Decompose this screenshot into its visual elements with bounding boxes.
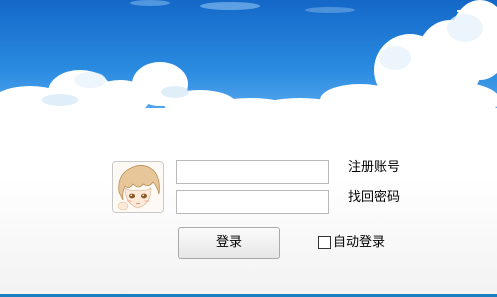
sky-banner [0, 0, 497, 116]
account-input[interactable] [176, 160, 329, 184]
close-button[interactable] [473, 0, 495, 22]
sky-clouds-image [0, 0, 497, 116]
login-window: 注册账号 找回密码 登录 自动登录 [0, 0, 497, 297]
minimize-button[interactable] [451, 0, 473, 22]
window-controls [451, 0, 497, 22]
avatar [112, 161, 164, 213]
login-button[interactable]: 登录 [178, 227, 280, 259]
close-icon [478, 5, 490, 17]
auto-login-label: 自动登录 [333, 235, 386, 250]
avatar-image [113, 162, 163, 212]
password-input[interactable] [176, 190, 329, 214]
recover-password-link[interactable]: 找回密码 [348, 190, 400, 206]
register-account-link[interactable]: 注册账号 [348, 160, 400, 176]
minimize-icon [457, 10, 467, 12]
auto-login-checkbox[interactable] [318, 236, 331, 249]
